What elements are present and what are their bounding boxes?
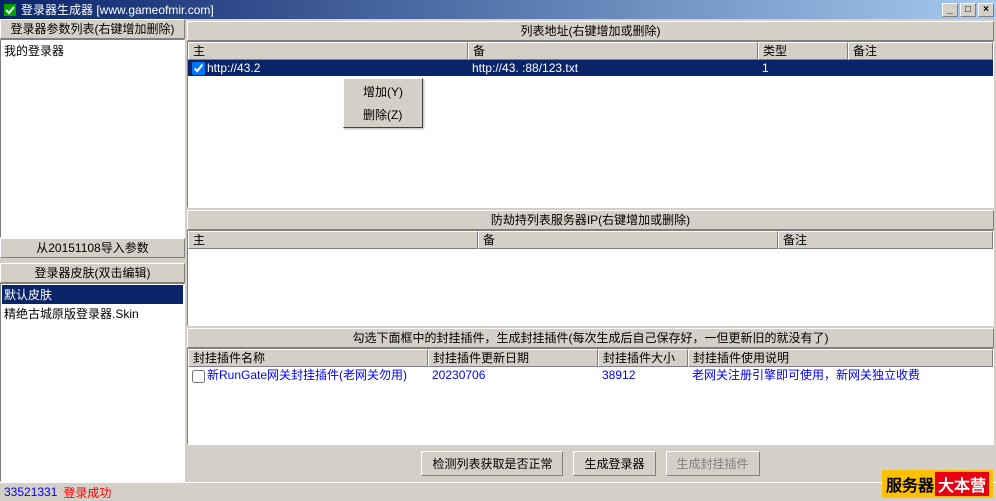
watermark-a: 服务器 (886, 472, 934, 496)
cell-size: 38912 (598, 367, 688, 383)
col-size[interactable]: 封挂插件大小 (598, 349, 688, 367)
cell-type: 1 (758, 60, 848, 76)
context-menu[interactable]: 增加(Y) 删除(Z) (343, 78, 423, 128)
cell-note: 老网关注册引擎即可使用，新网关独立收费 (688, 367, 993, 383)
col-name[interactable]: 封挂插件名称 (188, 349, 428, 367)
import-button[interactable]: 从20151108导入参数 (0, 238, 185, 258)
col-remark[interactable]: 备注 (848, 42, 993, 60)
table-row[interactable]: 新RunGate网关封挂插件(老网关勿用) 20230706 38912 老网关… (188, 367, 993, 383)
table-row[interactable]: http://43.2 http://43. :88/123.txt 1 (188, 60, 993, 76)
list-address-section: 列表地址(右键增加或删除) 主 备 类型 备注 http://43.2 http… (187, 21, 994, 208)
cell-date: 20230706 (428, 367, 598, 383)
watermark: 服务器 大本营 (882, 470, 993, 498)
menu-add[interactable]: 增加(Y) (345, 80, 421, 103)
row-checkbox[interactable] (192, 62, 205, 75)
row-checkbox[interactable] (192, 370, 205, 383)
generate-plugin-button[interactable]: 生成封挂插件 (666, 451, 760, 476)
generate-login-button[interactable]: 生成登录器 (573, 451, 655, 476)
antihijack-section: 防劫持列表服务器IP(右键增加或删除) 主 备 备注 (187, 210, 994, 327)
list-address-grid[interactable]: 主 备 类型 备注 http://43.2 http://43. :88/123… (187, 41, 994, 208)
skin-list[interactable]: 默认皮肤 精绝古城原版登录器.Skin (0, 283, 185, 482)
content: 列表地址(右键增加或删除) 主 备 类型 备注 http://43.2 http… (185, 19, 996, 482)
params-list[interactable]: 我的登录器 (0, 39, 185, 238)
close-button[interactable]: × (978, 3, 994, 17)
window-buttons: _ □ × (942, 3, 994, 17)
cell-main-text: http://43.2 (207, 61, 260, 75)
antihijack-grid[interactable]: 主 备 备注 (187, 230, 994, 327)
watermark-b: 大本营 (935, 472, 989, 496)
maximize-button[interactable]: □ (960, 3, 976, 17)
menu-delete[interactable]: 删除(Z) (345, 103, 421, 126)
col-main[interactable]: 主 (188, 42, 468, 60)
plugins-header: 勾选下面框中的封挂插件，生成封挂插件(每次生成后自己保存好，一但更新旧的就没有了… (187, 328, 994, 348)
col-remark[interactable]: 备注 (778, 231, 993, 249)
status-message: 登录成功 (63, 484, 111, 501)
col-main[interactable]: 主 (188, 231, 478, 249)
col-backup[interactable]: 备 (468, 42, 758, 60)
minimize-button[interactable]: _ (942, 3, 958, 17)
antihijack-header: 防劫持列表服务器IP(右键增加或删除) (187, 210, 994, 230)
plugins-section: 勾选下面框中的封挂插件，生成封挂插件(每次生成后自己保存好，一但更新旧的就没有了… (187, 328, 994, 445)
plugins-grid[interactable]: 封挂插件名称 封挂插件更新日期 封挂插件大小 封挂插件使用说明 新RunGate… (187, 348, 994, 445)
col-date[interactable]: 封挂插件更新日期 (428, 349, 598, 367)
cell-main: http://43.2 (188, 60, 468, 76)
check-list-button[interactable]: 检测列表获取是否正常 (421, 451, 563, 476)
button-row: 检测列表获取是否正常 生成登录器 生成封挂插件 (187, 447, 994, 480)
col-note[interactable]: 封挂插件使用说明 (688, 349, 993, 367)
cell-name: 新RunGate网关封挂插件(老网关勿用) (188, 367, 428, 383)
cell-remark (848, 60, 993, 76)
window-title: 登录器生成器 [www.gameofmir.com] (21, 1, 942, 18)
list-item[interactable]: 我的登录器 (2, 41, 183, 60)
statusbar: 33521331 登录成功 (0, 482, 996, 501)
app-icon (2, 2, 18, 18)
col-type[interactable]: 类型 (758, 42, 848, 60)
cell-backup: http://43. :88/123.txt (468, 60, 758, 76)
skin-header: 登录器皮肤(双击编辑) (0, 263, 185, 283)
col-backup[interactable]: 备 (478, 231, 778, 249)
list-address-header: 列表地址(右键增加或删除) (187, 21, 994, 41)
sidebar: 登录器参数列表(右键增加删除) 我的登录器 从20151108导入参数 登录器皮… (0, 19, 185, 482)
status-count: 33521331 (4, 485, 57, 499)
cell-name-text: 新RunGate网关封挂插件(老网关勿用) (207, 368, 407, 382)
list-item[interactable]: 精绝古城原版登录器.Skin (2, 304, 183, 323)
params-header: 登录器参数列表(右键增加删除) (0, 19, 185, 39)
list-item[interactable]: 默认皮肤 (2, 285, 183, 304)
titlebar: 登录器生成器 [www.gameofmir.com] _ □ × (0, 0, 996, 19)
